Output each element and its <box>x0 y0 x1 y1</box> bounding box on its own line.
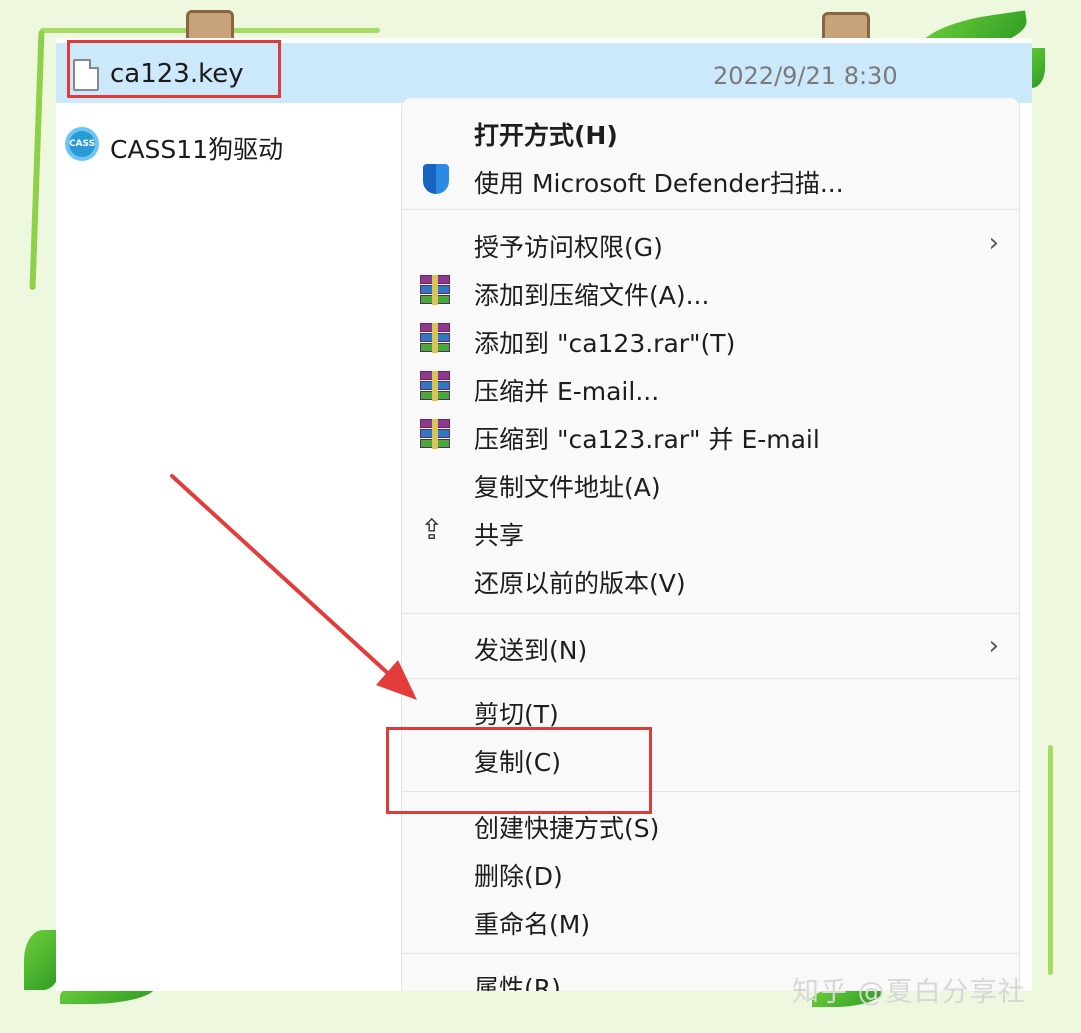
watermark-text: 知乎 @夏白分享社 <box>792 977 1026 1008</box>
pointer-arrow-annotation <box>170 474 417 700</box>
